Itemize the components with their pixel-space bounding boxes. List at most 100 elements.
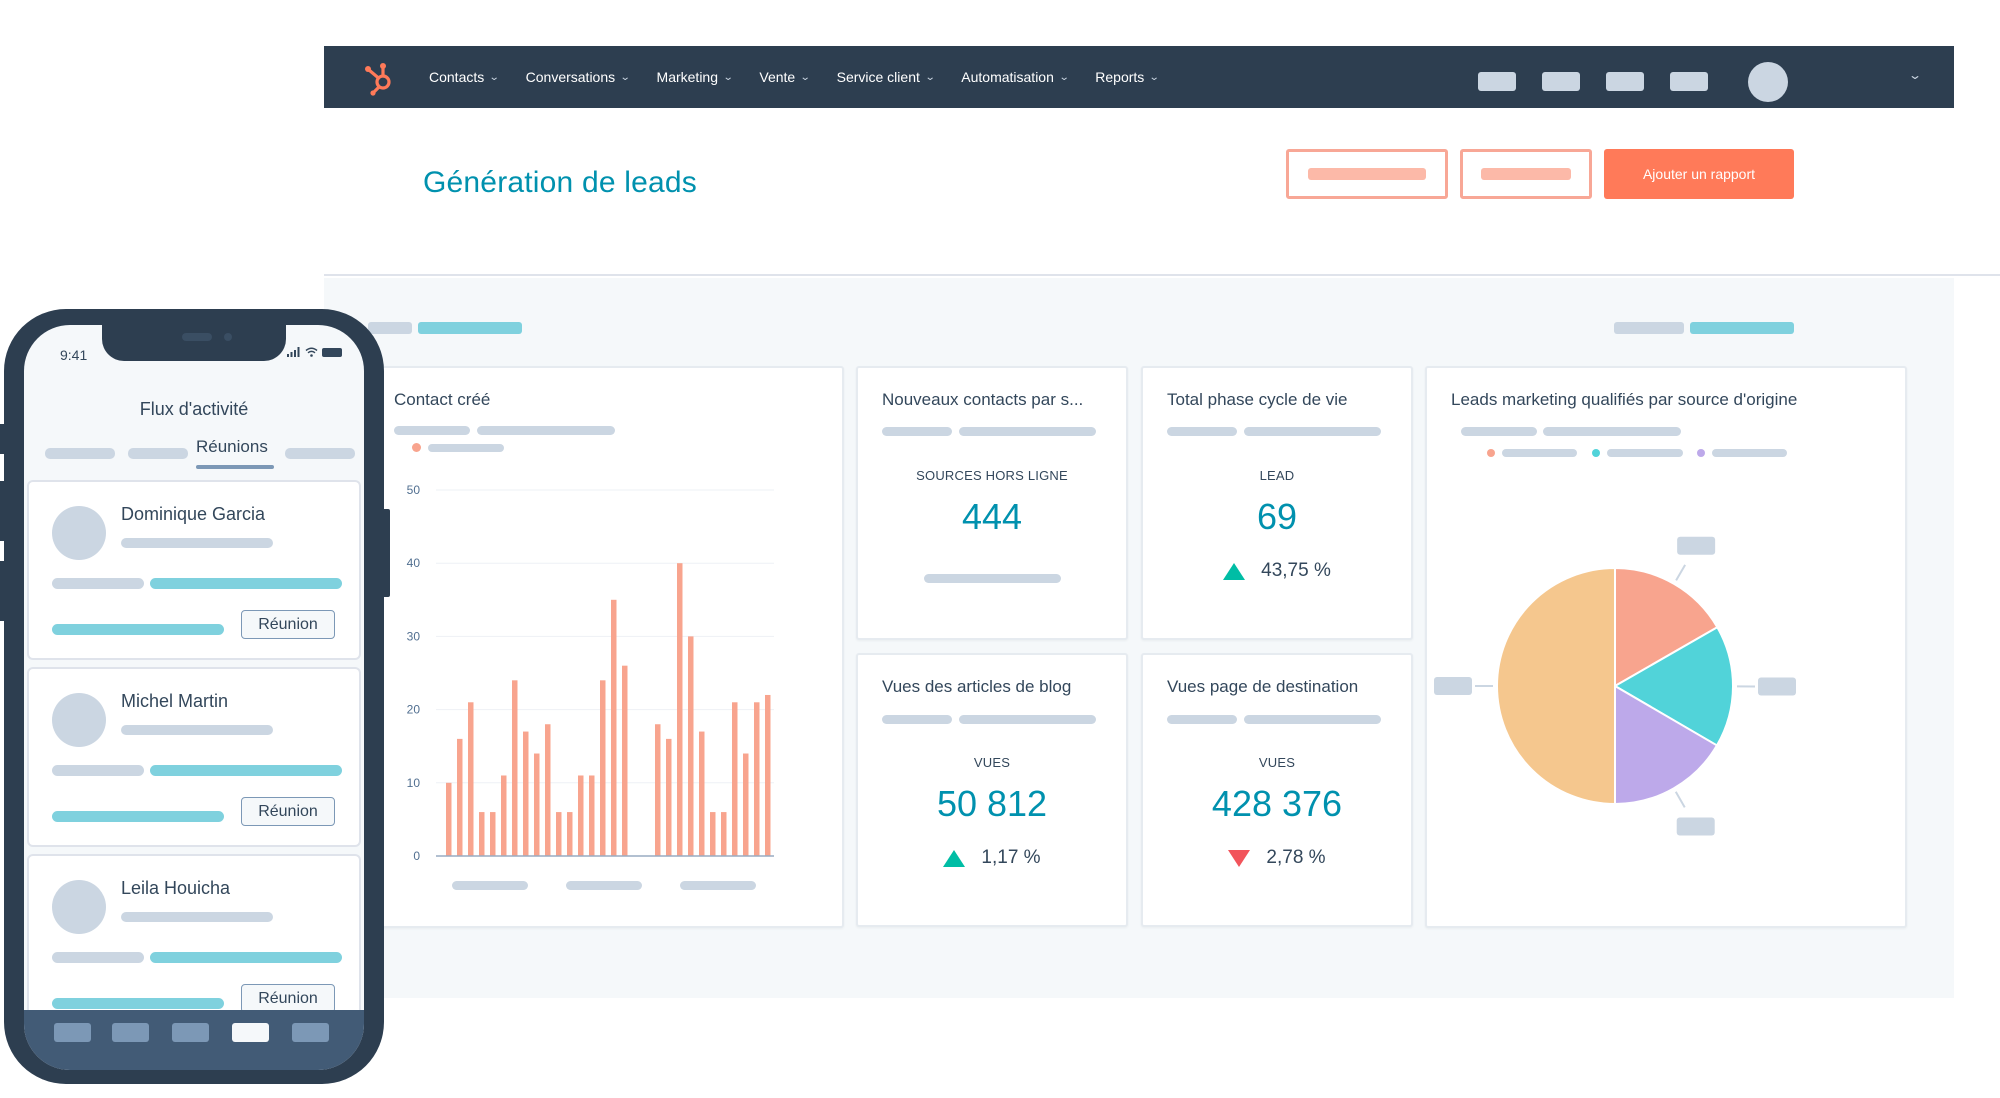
bar[interactable] <box>677 563 683 856</box>
card-leads-marketing-qualifies[interactable]: Leads marketing qualifiés par source d'o… <box>1425 366 1907 928</box>
tabbar-item[interactable] <box>112 1023 149 1042</box>
meeting-button[interactable]: Réunion <box>241 797 335 826</box>
y-tick-label: 10 <box>407 776 421 790</box>
bar[interactable] <box>721 812 727 856</box>
hubspot-logo-icon[interactable] <box>360 58 400 98</box>
bar[interactable] <box>479 812 485 856</box>
nav-item-reports[interactable]: Reports ⌄ <box>1095 69 1160 85</box>
kpi-change-placeholder <box>924 574 1061 583</box>
nav-item-vente[interactable]: Vente ⌄ <box>759 69 810 85</box>
bar[interactable] <box>699 731 705 856</box>
filter-placeholder[interactable] <box>1690 322 1794 334</box>
nav-utility-button[interactable] <box>1542 72 1580 91</box>
bar[interactable] <box>622 665 628 856</box>
bar[interactable] <box>754 702 760 856</box>
nav-item-marketing[interactable]: Marketing ⌄ <box>656 69 734 85</box>
phone-side-button <box>0 481 6 541</box>
contact-name: Leila Houicha <box>121 878 231 898</box>
activity-feed-item[interactable]: Leila Houicha Réunion <box>29 856 359 1032</box>
activity-feed-item[interactable]: Dominique Garcia Réunion <box>29 482 359 658</box>
phone-tab[interactable] <box>285 448 355 459</box>
phone-bottom-tab-bar <box>24 1010 364 1070</box>
bar[interactable] <box>688 636 694 856</box>
nav-item-conversations[interactable]: Conversations ⌄ <box>526 69 631 85</box>
bar[interactable] <box>512 680 518 856</box>
tabbar-item-active[interactable] <box>232 1023 269 1042</box>
bar[interactable] <box>743 753 749 856</box>
bar[interactable] <box>600 680 606 856</box>
detail-placeholder <box>150 578 342 589</box>
kpi-label: VUES <box>1258 755 1296 770</box>
bar[interactable] <box>589 775 595 856</box>
account-avatar[interactable] <box>1748 62 1788 102</box>
card-nouveaux-contacts[interactable]: Nouveaux contacts par s... SOURCES HORS … <box>856 366 1128 640</box>
bar[interactable] <box>545 724 551 856</box>
filter-placeholder[interactable] <box>1614 322 1684 334</box>
kpi-value: 444 <box>961 496 1023 537</box>
add-report-button[interactable]: Ajouter un rapport <box>1604 149 1794 199</box>
bar[interactable] <box>446 782 452 856</box>
card-contact-cree[interactable]: Contact créé 0 10 20 30 40 50 <box>368 366 844 928</box>
nav-label: Service client <box>836 69 920 85</box>
phone-notch <box>102 325 286 361</box>
pie-label-placeholder <box>1757 677 1796 696</box>
trend-up-icon <box>943 849 966 867</box>
leads-source-pie-chart <box>1434 536 1796 836</box>
activity-feed-item[interactable]: Michel Martin Réunion <box>29 669 359 845</box>
nav-utility-button[interactable] <box>1670 72 1708 91</box>
bar[interactable] <box>611 599 617 856</box>
bar[interactable] <box>765 694 771 856</box>
bar[interactable] <box>468 702 474 856</box>
meeting-button[interactable]: Réunion <box>241 610 335 639</box>
tabbar-item[interactable] <box>292 1023 329 1042</box>
kpi-change-value: 2,78 % <box>1266 847 1326 868</box>
bar[interactable] <box>490 812 496 856</box>
subtitle-placeholder <box>959 715 1096 724</box>
bar[interactable] <box>732 702 738 856</box>
account-chevron-down-icon[interactable]: ⌄ <box>1908 68 1922 82</box>
phone-tab[interactable] <box>45 448 115 459</box>
bar[interactable] <box>457 738 463 856</box>
bar[interactable] <box>556 812 562 856</box>
phone-tab[interactable] <box>128 448 188 459</box>
phone-side-button <box>382 509 390 597</box>
detail-placeholder <box>52 578 144 589</box>
x-axis-label-placeholder <box>452 881 528 890</box>
filter-placeholder[interactable] <box>368 322 412 334</box>
card-total-phase-cycle[interactable]: Total phase cycle de vie LEAD 69 43,75 % <box>1141 366 1413 640</box>
secondary-action-button[interactable] <box>1286 149 1448 199</box>
secondary-action-button[interactable] <box>1460 149 1592 199</box>
bar[interactable] <box>578 775 584 856</box>
phone-tab-reunions[interactable]: Réunions <box>196 437 268 457</box>
card-vues-page-destination[interactable]: Vues page de destination VUES 428 376 2,… <box>1141 653 1413 927</box>
bar[interactable] <box>567 812 573 856</box>
bar[interactable] <box>534 753 540 856</box>
bar[interactable] <box>666 738 672 856</box>
nav-utility-button[interactable] <box>1478 72 1516 91</box>
tabbar-item[interactable] <box>54 1023 91 1042</box>
bar[interactable] <box>710 812 716 856</box>
trend-down-icon <box>1228 849 1251 867</box>
bar[interactable] <box>523 731 529 856</box>
nav-item-contacts[interactable]: Contacts ⌄ <box>429 69 500 85</box>
card-title: Total phase cycle de vie <box>1167 390 1348 409</box>
card-vues-blog[interactable]: Vues des articles de blog VUES 50 812 1,… <box>856 653 1128 927</box>
kpi-value: 50 812 <box>936 783 1048 824</box>
front-camera <box>224 333 232 341</box>
nav-utility-button[interactable] <box>1606 72 1644 91</box>
filter-placeholder[interactable] <box>418 322 522 334</box>
page-title: Génération de leads <box>423 166 697 199</box>
bar[interactable] <box>501 775 507 856</box>
y-tick-label: 0 <box>413 849 420 863</box>
y-tick-label: 20 <box>407 703 421 717</box>
top-navigation-bar: Contacts ⌄ Conversations ⌄ Marketing ⌄ Vent… <box>324 46 1954 108</box>
nav-item-service-client[interactable]: Service client ⌄ <box>836 69 936 85</box>
nav-label: Marketing <box>656 69 718 85</box>
pie-slice[interactable] <box>1496 566 1616 806</box>
subtitle-placeholder <box>1167 427 1237 436</box>
meeting-button[interactable]: Réunion <box>241 984 335 1013</box>
nav-item-automatisation[interactable]: Automatisation ⌄ <box>961 69 1069 85</box>
battery-icon <box>322 347 342 357</box>
bar[interactable] <box>655 724 661 856</box>
tabbar-item[interactable] <box>172 1023 209 1042</box>
